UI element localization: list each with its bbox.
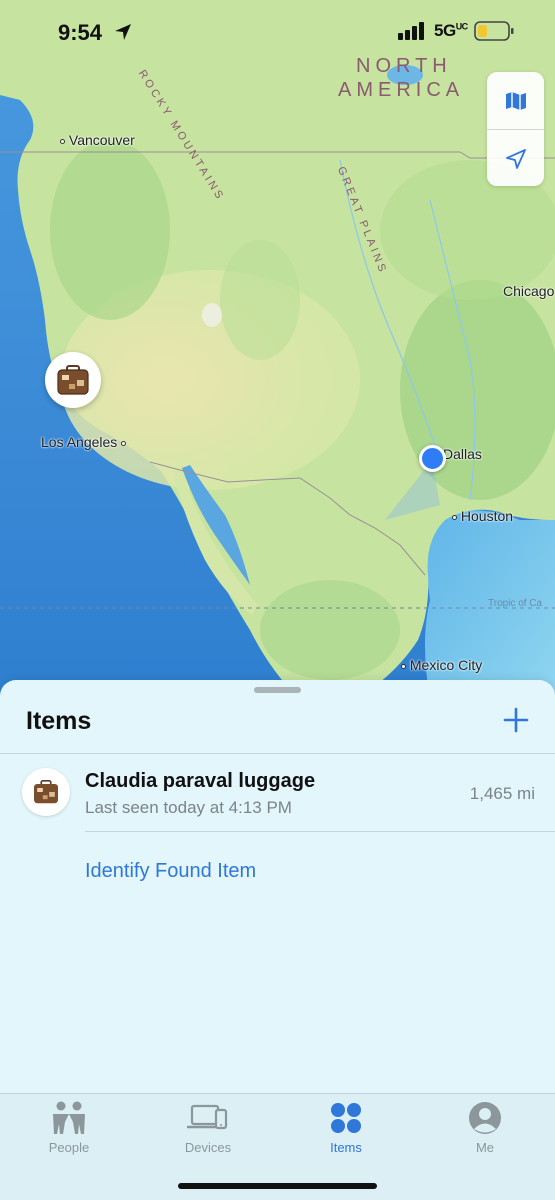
- sheet-title: Items: [26, 707, 92, 735]
- tropic-label: Tropic of Ca: [488, 598, 543, 609]
- sheet-divider: [0, 753, 555, 754]
- tab-label: Items: [330, 1140, 362, 1155]
- add-item-button[interactable]: [500, 704, 532, 736]
- city-marker: [60, 138, 65, 144]
- network-type: 5GUC: [434, 21, 468, 40]
- battery-icon: [474, 20, 514, 47]
- tab-me[interactable]: Me: [435, 1100, 535, 1155]
- item-name: Claudia paraval luggage: [85, 770, 316, 792]
- map-controls: [487, 72, 544, 186]
- sheet-grabber[interactable]: [254, 687, 301, 693]
- tab-label: Me: [475, 1140, 495, 1155]
- tab-items[interactable]: Items: [296, 1100, 396, 1155]
- city-label-vancouver[interactable]: Vancouver: [60, 132, 135, 148]
- city-name: Mexico City: [409, 657, 483, 673]
- map-mode-button[interactable]: [487, 72, 544, 129]
- city-label-los-angeles[interactable]: Los Angeles: [41, 434, 127, 450]
- city-name: Los Angeles: [41, 434, 118, 450]
- user-location-dot[interactable]: [419, 445, 446, 472]
- map-view[interactable]: 9:54 5GUC NORTH AMERICA ROCKY MOUNTAINS …: [0, 0, 555, 700]
- devices-icon: [187, 1104, 228, 1130]
- location-services-icon: [113, 22, 133, 47]
- location-arrow-icon: [505, 148, 526, 169]
- city-marker: [452, 514, 457, 520]
- cellular-signal-icon: [398, 22, 426, 45]
- city-name: Houston: [460, 508, 514, 524]
- city-label-mexico-city[interactable]: Mexico City: [401, 657, 482, 673]
- city-name: Chicago: [503, 283, 555, 299]
- tab-label: People: [48, 1140, 90, 1155]
- plus-icon: [503, 707, 529, 733]
- city-name: Dallas: [443, 446, 482, 462]
- city-label-dallas[interactable]: Dallas: [443, 446, 482, 462]
- map-terrain: [0, 0, 555, 700]
- tab-bar: People Devices Items Me: [0, 1093, 555, 1200]
- item-avatar: [22, 768, 70, 816]
- person-icon: [469, 1102, 501, 1134]
- status-bar: 9:54 5GUC: [0, 0, 555, 62]
- people-icon: [53, 1101, 85, 1134]
- city-label-houston[interactable]: Houston: [452, 508, 513, 524]
- tab-label: Devices: [184, 1140, 232, 1155]
- tab-devices[interactable]: Devices: [158, 1100, 258, 1155]
- item-row[interactable]: Claudia paraval luggage Last seen today …: [0, 758, 555, 830]
- item-map-pin[interactable]: [45, 352, 101, 408]
- region-label-line: AMERICA: [338, 79, 465, 101]
- home-indicator[interactable]: [178, 1183, 377, 1189]
- city-name: Vancouver: [68, 132, 135, 148]
- locate-me-button[interactable]: [487, 130, 544, 187]
- city-marker: [401, 663, 406, 669]
- row-divider: [85, 831, 555, 832]
- luggage-icon: [57, 365, 89, 395]
- city-marker: [121, 440, 127, 446]
- status-time: 9:54: [58, 20, 103, 45]
- luggage-icon: [34, 780, 58, 804]
- items-icon: [331, 1103, 361, 1133]
- item-distance: 1,465 mi: [469, 784, 535, 803]
- item-last-seen: Last seen today at 4:13 PM: [85, 798, 292, 817]
- identify-found-item-link[interactable]: Identify Found Item: [85, 860, 256, 883]
- city-label-chicago[interactable]: Chicago: [503, 283, 554, 299]
- tab-people[interactable]: People: [19, 1100, 119, 1155]
- map-icon: [505, 91, 526, 110]
